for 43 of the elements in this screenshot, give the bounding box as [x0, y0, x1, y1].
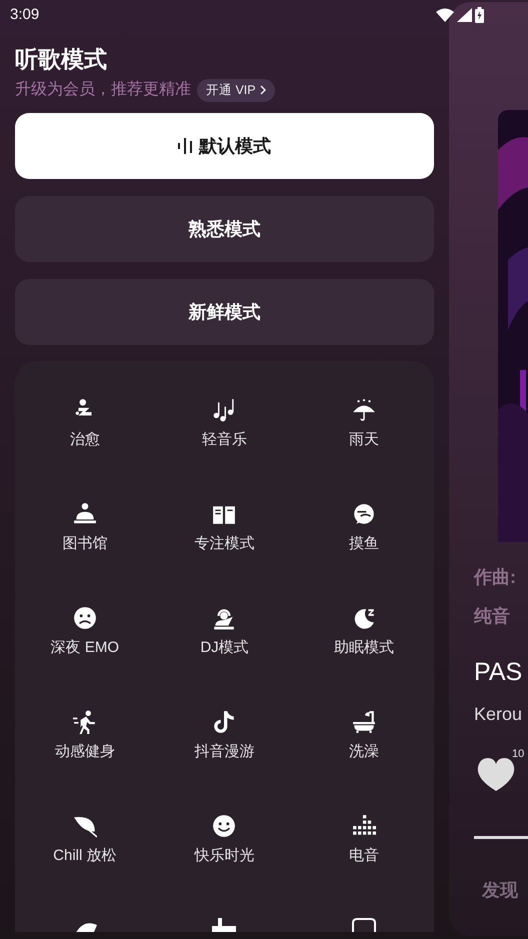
moon-icon: [352, 606, 376, 630]
sound-bars-icon: [178, 138, 193, 154]
scene-item[interactable]: 摸鱼: [294, 502, 434, 606]
mode-button[interactable]: 默认模式: [15, 113, 434, 179]
scene-item[interactable]: 动感健身: [15, 710, 155, 814]
vip-link[interactable]: 开通 VIP: [197, 78, 275, 102]
page-title: 听歌模式: [15, 45, 108, 74]
scene-item[interactable]: 专注模式: [154, 502, 294, 606]
sad-face-icon: [72, 606, 97, 630]
scene-item[interactable]: 轻音乐: [154, 398, 294, 502]
leaf-icon: [72, 814, 97, 838]
song-title: PAS: [474, 657, 522, 688]
chevron-icon: [260, 85, 266, 95]
scene-item[interactable]: 电音: [294, 814, 434, 918]
mode-button[interactable]: 新鲜模式: [15, 279, 434, 345]
smile-face-icon: [212, 814, 236, 838]
like-count: 10: [512, 747, 524, 762]
runner-icon: [72, 710, 97, 734]
upgrade-hint: 升级为会员，推荐更精准: [15, 80, 191, 100]
scene-item[interactable]: 图书馆: [15, 502, 155, 606]
credit-label: 作曲:: [474, 566, 516, 589]
wifi-icon: [436, 8, 454, 22]
scene-item[interactable]: 抖音漫游: [154, 710, 294, 814]
scene-item[interactable]: 雨天: [294, 398, 434, 502]
status-time: 3:09: [10, 4, 40, 25]
scene-item[interactable]: 助眠模式: [294, 606, 434, 710]
artist-name: Kerou: [474, 703, 522, 726]
heart-icon[interactable]: [476, 757, 516, 793]
music-notes-icon: [212, 398, 236, 422]
signal-icon: [457, 8, 472, 22]
scene-item[interactable]: Chill 放松: [15, 814, 155, 918]
reader-icon: [72, 502, 97, 526]
battery-icon: [475, 7, 484, 23]
bathtub-icon: [352, 710, 376, 734]
music-note-icon: [212, 710, 236, 734]
scene-item[interactable]: 快乐时光: [154, 814, 294, 918]
scene-item[interactable]: 洗澡: [294, 710, 434, 814]
scene-item[interactable]: 治愈: [15, 398, 155, 502]
genre-label: 纯音: [474, 605, 510, 628]
scene-item[interactable]: 深夜 EMO: [15, 606, 155, 710]
mode-button[interactable]: 熟悉模式: [15, 196, 434, 262]
scene-item[interactable]: DJ模式: [154, 606, 294, 710]
umbrella-icon: [352, 398, 376, 422]
